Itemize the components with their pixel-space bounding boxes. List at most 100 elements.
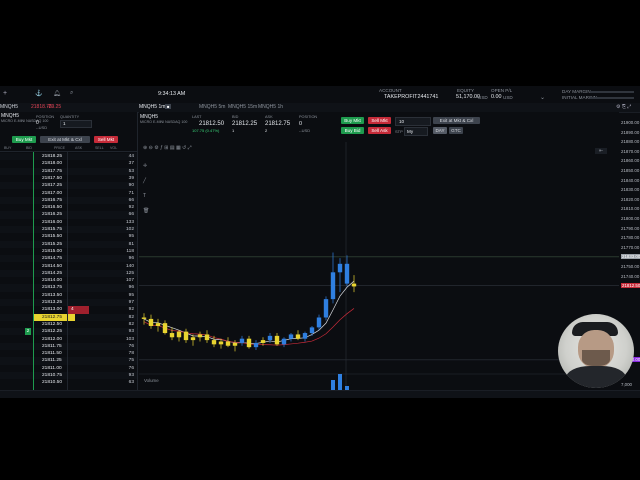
ladder-price: 21815.00 [42, 248, 63, 254]
anchor-icon[interactable]: ⚓ [35, 90, 42, 97]
ladder-row[interactable]: 21815.00 118 [0, 248, 137, 255]
candle-body [204, 334, 210, 341]
ladder-row[interactable]: 21813.00 92 4 [0, 306, 137, 314]
ladder-volume: 95 [128, 234, 134, 240]
equity-currency: USD [478, 95, 488, 100]
y-tick-label: 21860.00 [621, 158, 640, 164]
y-tick-label: 21810.00 [621, 206, 640, 212]
ladder-row[interactable]: 21817.25 90 [0, 182, 137, 190]
ladder-row[interactable]: 21815.75 102 [0, 226, 137, 234]
text-tool-icon[interactable]: T [143, 189, 149, 204]
ladder-row[interactable]: 21814.75 96 [0, 255, 137, 263]
chevron-down-icon[interactable]: ⌄ [540, 94, 545, 101]
buy-mkt-button[interactable]: Buy Mkt [12, 136, 36, 143]
ladder-row[interactable]: 21818.25 44 [0, 153, 137, 161]
ladder-volume: 63 [128, 380, 134, 386]
open-pl-label: OPEN P/L [491, 88, 513, 93]
horizontal-scrollbar[interactable] [0, 390, 640, 398]
webcam-overlay [558, 314, 634, 388]
left-delta: -29.25 [47, 104, 62, 110]
exit-at-mkt-button[interactable]: Exit at Mkt & Cxl [40, 136, 90, 143]
price-divider [67, 152, 68, 398]
trash-icon[interactable]: 🗑︎ [143, 204, 149, 219]
ladder-row[interactable]: 21812.50 82 [0, 321, 137, 328]
tab-chart-1[interactable]: MNQH5 1m [139, 104, 165, 110]
ladder-row[interactable]: 21814.25 125 [0, 269, 137, 278]
ladder-price: 21812.75 [34, 313, 75, 321]
candle-body [239, 338, 245, 343]
grid-icon[interactable]: ▦ [176, 145, 181, 151]
search-icon[interactable]: ⌕ [70, 90, 73, 97]
account-selector[interactable]: TAKEPROFIT2441741 [384, 94, 438, 100]
zoom-out-icon[interactable]: ⊖ [149, 145, 153, 151]
ladder-row[interactable]: 21811.50 78 [0, 350, 137, 357]
ladder-price: 21816.75 [42, 197, 63, 203]
ladder-row[interactable]: 21811.00 76 [0, 365, 137, 372]
crosshair-icon[interactable]: ✛ [143, 159, 149, 174]
tab-badge: ■ [165, 104, 172, 109]
ladder-row[interactable]: 21817.50 39 [0, 175, 137, 182]
ladder-row[interactable]: 21813.25 97 [0, 299, 137, 307]
ladder-volume: 95 [128, 292, 134, 298]
price-tag: 21833.00 [621, 253, 640, 259]
quantity-input[interactable]: 1 [60, 120, 92, 128]
candle-body [295, 334, 301, 339]
ladder-row[interactable]: 21816.50 92 [0, 204, 137, 211]
ladder-row[interactable]: 21812.25 93 2 [0, 328, 137, 336]
ladder-volume: 76 [128, 343, 134, 349]
layout-icon[interactable]: ▤ [170, 145, 175, 151]
ladder-row[interactable]: 21816.00 133 [0, 219, 137, 226]
tab-chart-3[interactable]: MNQH5 15m [228, 104, 257, 110]
ladder-row[interactable]: 21811.75 76 [0, 342, 137, 351]
ladder-row[interactable]: 21813.50 95 [0, 292, 137, 299]
candle-body [337, 263, 343, 273]
ladder-row[interactable]: 21812.00 103 [0, 336, 137, 343]
zoom-in-icon[interactable]: ⊕ [143, 145, 147, 151]
ladder-row[interactable]: 21815.25 81 [0, 240, 137, 248]
ladder-volume: 82 [128, 321, 134, 327]
ladder-row[interactable]: 21812.75 82 [0, 313, 137, 321]
ladder-volume: 96 [128, 285, 134, 291]
line-tool-icon[interactable]: ╱ [143, 174, 149, 189]
ladder-row[interactable]: 21814.00 107 [0, 277, 137, 284]
ladder-row[interactable]: 21817.00 71 [0, 190, 137, 197]
y-tick-label: 21820.00 [621, 196, 640, 202]
candle-body [323, 299, 329, 318]
tab-chart-4[interactable]: MNQH5 1h [258, 104, 283, 110]
ladder-price: 21813.50 [42, 292, 63, 298]
y-tick-label: 21850.00 [621, 168, 640, 173]
ladder-row[interactable]: 21810.50 63 [0, 379, 137, 386]
ladder-price: 21810.50 [42, 380, 63, 386]
collapse-icon[interactable]: ⇤ [595, 148, 608, 154]
window-controls-icon[interactable]: ⚙ ⎘ ⤢ [616, 104, 631, 110]
compare-icon[interactable]: ⊞ [164, 145, 168, 151]
indicators-icon[interactable]: ƒ [160, 145, 163, 151]
ladder-row[interactable]: 21814.50 140 [0, 263, 137, 270]
ladder-row[interactable]: 21813.75 96 [0, 284, 137, 292]
ladder-volume: 118 [126, 248, 134, 254]
ladder-row[interactable]: 21811.25 75 [0, 357, 137, 365]
expand-icon[interactable]: ⤢ [188, 145, 192, 151]
tab-symbol[interactable]: MNQH5 [0, 104, 18, 110]
tab-chart-2[interactable]: MNQH5 5m [199, 104, 225, 110]
letterbox-bottom [0, 398, 640, 480]
plus-icon[interactable]: + [3, 90, 7, 97]
bell-icon[interactable]: 🔔︎ [53, 90, 61, 97]
ladder-row[interactable]: 21810.75 93 [0, 372, 137, 380]
ladder-row[interactable]: 21817.75 53 [0, 167, 137, 175]
ladder-row[interactable]: 21816.25 66 [0, 211, 137, 219]
ladder-price: 21813.00 [42, 307, 63, 313]
ladder-row[interactable]: 21818.00 37 [0, 160, 137, 167]
price-chart[interactable] [139, 112, 619, 398]
y-tick-label: 21770.00 [621, 244, 640, 250]
y-tick-label: 21740.00 [621, 273, 640, 279]
header-bar: + ⚓ 🔔︎ ⌕ 9:34:13 AM ACCOUNT TAKEPROFIT24… [0, 86, 640, 104]
settings-icon[interactable]: ⚙ [154, 145, 158, 151]
open-pl-currency: USD [503, 95, 513, 100]
undo-icon[interactable]: ↺ [182, 145, 186, 151]
ladder-row[interactable]: 21816.75 66 [0, 196, 137, 205]
sell-mkt-button[interactable]: Sell Mkt [94, 136, 118, 143]
price-tag: 21812.50 [621, 282, 640, 288]
ladder-row[interactable]: 21815.50 95 [0, 233, 137, 240]
initial-margin-bar [590, 97, 634, 99]
